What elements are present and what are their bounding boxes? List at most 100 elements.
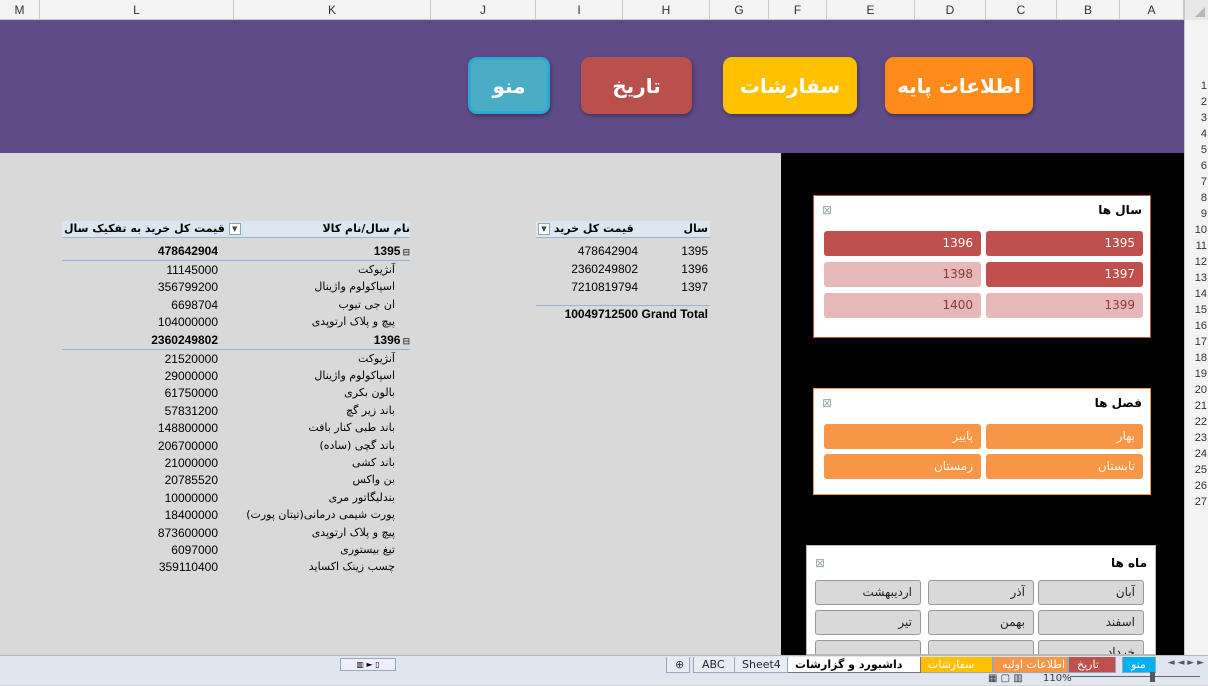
pivot2-product-cell[interactable]: بندلیگاتور مری [225, 490, 395, 506]
zoom-level[interactable]: 110% [1043, 673, 1072, 684]
month-slicer-item[interactable]: تیر [815, 610, 921, 635]
pivot2-product-cell[interactable]: بالون بکری [225, 385, 395, 401]
pivot2-product-cell[interactable]: آنژیوکت [225, 351, 395, 367]
row-header-4[interactable]: 4 [1185, 126, 1208, 142]
row-header-6[interactable]: 6 [1185, 158, 1208, 174]
row-header-22[interactable]: 22 [1185, 414, 1208, 430]
row-header-24[interactable]: 24 [1185, 446, 1208, 462]
column-header-I[interactable]: I [536, 0, 623, 20]
pivot2-product-cell[interactable]: پیچ و پلاک ارتوپدی [225, 314, 395, 330]
pivot2-value-header[interactable]: قیمت کل خرید به تفکیک سال ▼ [64, 221, 244, 237]
column-header-F[interactable]: F [769, 0, 827, 20]
view-buttons-icon[interactable]: ▦ ▢ ▥ [988, 673, 1038, 686]
row-header-21[interactable]: 21 [1185, 398, 1208, 414]
month-slicer-item[interactable]: اردیبهشت [815, 580, 921, 605]
pivot2-group-label[interactable]: 1395 ⊟ [260, 243, 410, 259]
row-header-16[interactable]: 16 [1185, 318, 1208, 334]
row-header-3[interactable]: 3 [1185, 110, 1208, 126]
year-slicer-item[interactable]: 1398 [824, 262, 981, 287]
row-header-20[interactable]: 20 [1185, 382, 1208, 398]
row-header-19[interactable]: 19 [1185, 366, 1208, 382]
pivot1-year-cell[interactable]: 1397 [640, 279, 708, 295]
month-slicer-item[interactable]: بهمن [928, 610, 1034, 635]
pivot2-product-cell[interactable]: چسب زینک اکساید [225, 559, 395, 575]
sheet-tab[interactable]: اطلاعات اولیه [993, 657, 1068, 673]
year-slicer-item[interactable]: 1396 [824, 231, 981, 256]
history-button[interactable]: تاریخ [581, 57, 692, 114]
orders-button[interactable]: سفارشات [723, 57, 857, 114]
column-header-K[interactable]: K [234, 0, 431, 20]
row-header-10[interactable]: 10 [1185, 222, 1208, 238]
menu-button[interactable]: منو [468, 57, 550, 114]
year-slicer-item[interactable]: 1397 [986, 262, 1143, 287]
row-header-27[interactable]: 27 [1185, 494, 1208, 510]
row-header-15[interactable]: 15 [1185, 302, 1208, 318]
column-header-L[interactable]: L [40, 0, 234, 20]
year-slicer-item[interactable]: 1399 [986, 293, 1143, 318]
row-header-13[interactable]: 13 [1185, 270, 1208, 286]
base-info-button[interactable]: اطلاعات پایه [885, 57, 1033, 114]
pivot2-product-cell[interactable]: بن واکس [225, 472, 395, 488]
pivot2-label-header[interactable]: نام سال/نام کالا [260, 221, 410, 237]
pivot2-product-cell[interactable]: باند گچی (ساده) [225, 438, 395, 454]
row-header-12[interactable]: 12 [1185, 254, 1208, 270]
row-header-14[interactable]: 14 [1185, 286, 1208, 302]
column-header-J[interactable]: J [431, 0, 536, 20]
row-header-7[interactable]: 7 [1185, 174, 1208, 190]
sheet-tab[interactable]: ABC [693, 657, 735, 673]
row-header-26[interactable]: 26 [1185, 478, 1208, 494]
insert-sheet-icon[interactable]: ⊕ [666, 657, 690, 673]
column-header-B[interactable]: B [1057, 0, 1120, 20]
pivot2-product-cell[interactable]: پیچ و پلاک ارتوپدی [225, 525, 395, 541]
select-all-corner[interactable] [1184, 0, 1208, 20]
pivot1-value-header[interactable]: ▼ قیمت کل خرید [538, 221, 642, 237]
pivot2-product-cell[interactable]: اسپاکولوم واژینال [225, 368, 395, 384]
sheet-tab[interactable]: تاریخ [1068, 657, 1116, 673]
tab-nav-arrows-icon[interactable]: ◄ ◄ ► ► [1168, 658, 1204, 668]
row-header-11[interactable]: 11 [1185, 238, 1208, 254]
row-header-2[interactable]: 2 [1185, 94, 1208, 110]
month-slicer-item[interactable]: خرداد [1038, 640, 1144, 654]
month-slicer-item[interactable] [815, 640, 921, 654]
pivot2-product-cell[interactable]: باند طبی کنار بافت [225, 420, 395, 436]
column-header-D[interactable]: D [915, 0, 986, 20]
clear-filter-icon[interactable]: ⊠ [815, 556, 825, 570]
pivot2-product-cell[interactable]: اسپاکولوم واژینال [225, 279, 395, 295]
collapse-icon[interactable]: ⊟ [402, 336, 410, 346]
dropdown-arrow-icon[interactable]: ▼ [228, 223, 241, 235]
season-slicer-item[interactable]: بهار [986, 424, 1143, 449]
pivot1-year-cell[interactable]: 1395 [640, 243, 708, 259]
row-header-8[interactable]: 8 [1185, 190, 1208, 206]
row-header-18[interactable]: 18 [1185, 350, 1208, 366]
pivot1-year-cell[interactable]: 1396 [640, 261, 708, 277]
clear-filter-icon[interactable]: ⊠ [822, 396, 832, 410]
pivot2-product-cell[interactable]: ان جی تیوب [225, 297, 395, 313]
sheet-tab[interactable]: Sheet4 [733, 657, 788, 673]
row-header-17[interactable]: 17 [1185, 334, 1208, 350]
pivot2-product-cell[interactable]: باند زیر گچ [225, 403, 395, 419]
sheet-tab[interactable]: داشبورد و گزارشات [786, 657, 921, 673]
column-header-M[interactable]: M [0, 0, 40, 20]
column-header-G[interactable]: G [710, 0, 769, 20]
year-slicer-item[interactable]: 1400 [824, 293, 981, 318]
pivot2-product-cell[interactable]: باند کشی [225, 455, 395, 471]
row-header-9[interactable]: 9 [1185, 206, 1208, 222]
dropdown-arrow-icon[interactable]: ▼ [538, 223, 550, 235]
month-slicer-item[interactable]: آذر [928, 580, 1034, 605]
column-header-H[interactable]: H [623, 0, 710, 20]
horizontal-scrollbar[interactable]: ▥ ► ▯ [340, 658, 396, 671]
clear-filter-icon[interactable]: ⊠ [822, 203, 832, 217]
column-header-E[interactable]: E [827, 0, 915, 20]
pivot2-product-cell[interactable]: پورت شیمی درمانی(تیتان پورت) [225, 507, 395, 523]
row-header-1[interactable]: 1 [1185, 78, 1208, 94]
collapse-icon[interactable]: ⊟ [402, 247, 410, 257]
sheet-tab[interactable]: سفارشات [919, 657, 993, 673]
sheet-tab[interactable]: منو [1122, 657, 1156, 673]
month-slicer-item[interactable]: آبان [1038, 580, 1144, 605]
month-slicer-item[interactable] [928, 640, 1034, 654]
season-slicer-item[interactable]: تابستان [986, 454, 1143, 479]
row-header-5[interactable]: 5 [1185, 142, 1208, 158]
zoom-slider[interactable] [1070, 676, 1200, 677]
year-slicer-item[interactable]: 1395 [986, 231, 1143, 256]
pivot1-label-header[interactable]: سال [660, 221, 709, 237]
